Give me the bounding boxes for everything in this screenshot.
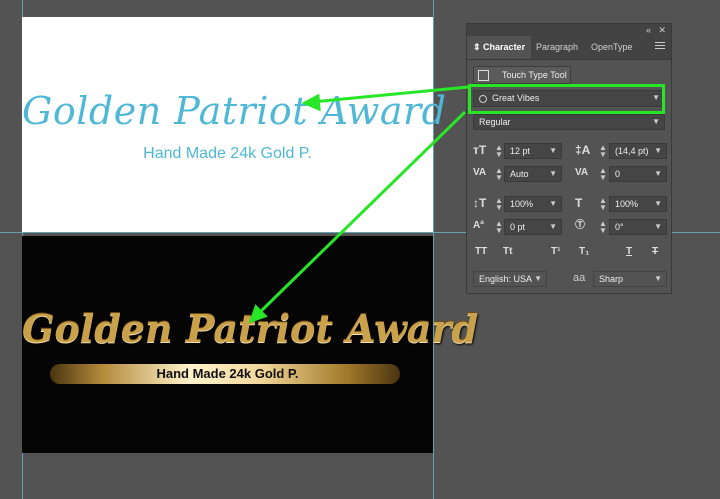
annotation-arrows xyxy=(248,85,469,324)
arrow-head-white xyxy=(301,93,321,112)
arrow-to-white-title xyxy=(311,85,469,104)
arrow-to-gold-title xyxy=(254,110,467,318)
